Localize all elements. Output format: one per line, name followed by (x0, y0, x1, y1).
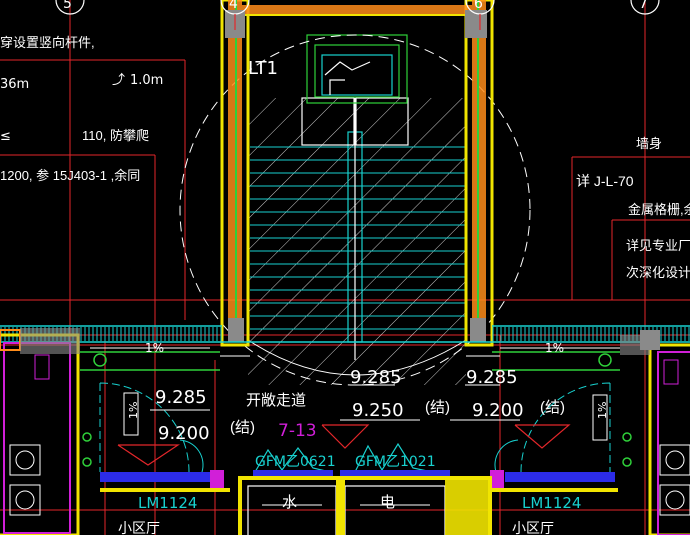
slope-left: 1% (145, 341, 164, 355)
left-dim-2: 1.0m (130, 73, 163, 88)
right-note-4: 详见专业厂家二 (626, 238, 690, 253)
left-note-1: 穿设置竖向杆件, (0, 35, 95, 50)
corridor-label: 开敞走道 (246, 392, 306, 409)
stair-tag: LT1 (248, 58, 278, 79)
shaft-water: 水 (282, 494, 297, 511)
right-note-2: 详 J-L-70 (576, 173, 634, 189)
elev-left-struct: (结) (230, 419, 255, 436)
left-dim-2-arrow: ⤴ (112, 73, 125, 88)
elev-left-2: 9.200 (158, 423, 210, 444)
elev-left-1: 9.285 (155, 387, 207, 408)
service-shafts (238, 476, 492, 535)
left-symbol: ≤ (0, 129, 11, 144)
elev-mid-struct: (结) (425, 399, 450, 416)
right-note-3: 金属格栅,余同 (628, 202, 690, 217)
left-note-3: 1200, 参 15J403-1 ,余同 (0, 168, 140, 183)
left-dim-1: 36m (0, 77, 29, 92)
door-right-label: LM1124 (522, 494, 581, 512)
elev-stair: 9.285 (350, 367, 402, 388)
grid-bubble-4: 4 (229, 0, 238, 12)
door-left-label: LM1124 (138, 494, 197, 512)
floor-plan: 5 4 6 7 穿设置竖向杆件, 36m ⤴ 1.0m ≤ 110, 防攀爬 1… (0, 0, 690, 535)
elev-right-2: 9.200 (472, 400, 524, 421)
door-label-1: GFM乙0621 (255, 454, 336, 470)
shaft-elec: 电 (380, 494, 395, 511)
grid-bubble-6: 6 (474, 0, 483, 12)
room-right-label: 小区厅 (512, 520, 554, 535)
right-note-1: 墙身 (636, 136, 662, 151)
slope-vert-left: 1% (127, 402, 140, 419)
elev-mid: 9.250 (352, 400, 404, 421)
right-note-5: 次深化设计 (626, 265, 690, 280)
grid-bubble-7: 7 (639, 0, 648, 12)
grid-bubble-5: 5 (63, 0, 72, 12)
elev-right-struct: (结) (540, 399, 565, 416)
left-note-2: 110, 防攀爬 (82, 128, 149, 143)
cad-drawing-canvas[interactable]: 5 4 6 7 穿设置竖向杆件, 36m ⤴ 1.0m ≤ 110, 防攀爬 1… (0, 0, 690, 535)
corridor-no: 7-13 (278, 421, 317, 441)
slope-right: 1% (545, 341, 564, 355)
elev-right: 9.285 (466, 367, 518, 388)
door-label-2: GFM乙1021 (355, 454, 436, 470)
stair-top-outline (306, 34, 408, 104)
room-left-label: 小区厅 (118, 520, 160, 535)
bottom-door-strips (100, 470, 618, 492)
slope-vert-right: 1% (596, 402, 609, 419)
